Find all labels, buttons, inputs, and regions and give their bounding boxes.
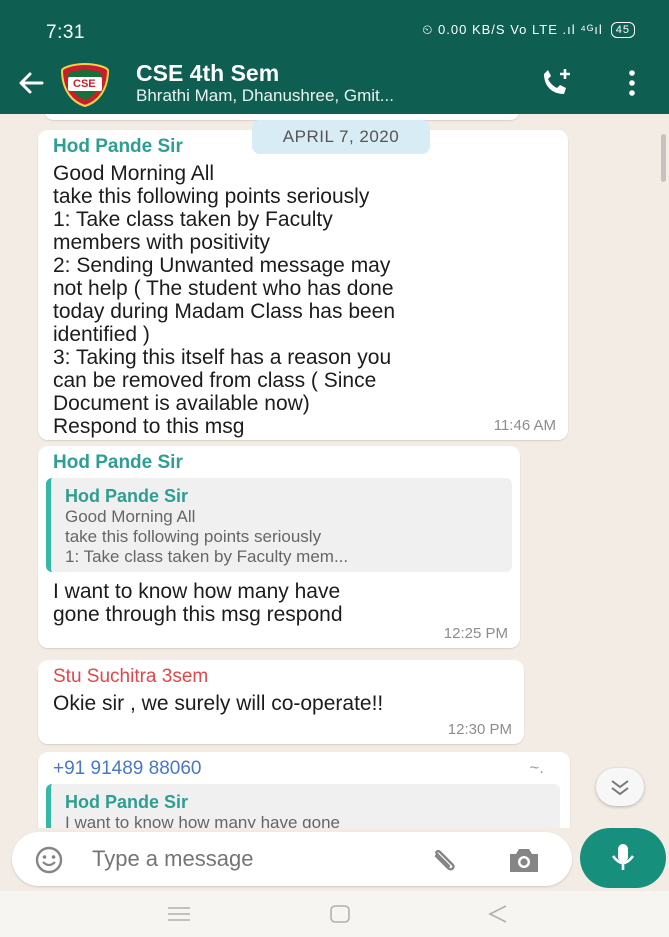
back-arrow-icon[interactable]: [16, 68, 46, 98]
group-members[interactable]: Bhrathi Mam, Dhanushree, Gmit...: [136, 86, 394, 106]
mic-icon: [611, 844, 635, 870]
group-name[interactable]: CSE 4th Sem: [136, 60, 279, 87]
nav-menu-icon[interactable]: [166, 905, 192, 923]
quoted-sender: Hod Pande Sir: [65, 792, 189, 812]
chat-scrollbar[interactable]: [661, 134, 666, 182]
quoted-text: Good Morning All take this following poi…: [65, 507, 349, 566]
status-icons: ⏲ 0.00 KB/S Vo LTE .ıl ⁴ᴳıl 45: [422, 22, 635, 38]
quoted-sender: Hod Pande Sir: [65, 486, 189, 506]
message-time: 12:30 PM: [447, 721, 512, 738]
message-text: I want to know how many have gone throug…: [53, 580, 343, 626]
scroll-down-icon: [611, 780, 629, 796]
camera-icon[interactable]: [506, 844, 542, 876]
quoted-text: I want to know how many have gone: [65, 813, 340, 828]
message-bubble[interactable]: Hod Pande Sir Good Morning All take this…: [38, 130, 568, 440]
status-time: 7:31: [46, 22, 85, 43]
emoji-icon[interactable]: [34, 845, 64, 875]
message-time: 12:25 PM: [443, 625, 508, 642]
message-bubble[interactable]: +91 91489 88060 ~. Hod Pande Sir I want …: [38, 752, 570, 828]
status-bar: 7:31 ⏲ 0.00 KB/S Vo LTE .ıl ⁴ᴳıl 45: [0, 0, 669, 56]
battery-icon: 45: [610, 22, 635, 38]
message-text: Okie sir , we surely will co-operate!!: [53, 692, 384, 715]
message-text: Good Morning All take this following poi…: [53, 162, 396, 438]
sender-push-name: ~.: [529, 758, 544, 777]
add-call-icon[interactable]: [538, 66, 574, 100]
message-sender[interactable]: Hod Pande Sir: [53, 452, 183, 474]
message-time: 11:46 AM: [493, 417, 556, 434]
message-bubble[interactable]: Hod Pande Sir Hod Pande Sir Good Morning…: [38, 446, 520, 648]
message-input[interactable]: [92, 842, 412, 876]
message-composer[interactable]: [12, 832, 572, 886]
scroll-down-button[interactable]: [596, 768, 644, 806]
message-sender[interactable]: Hod Pande Sir: [53, 136, 183, 158]
nav-back-icon[interactable]: [486, 903, 510, 925]
group-avatar-text: CSE: [73, 78, 96, 90]
attach-icon[interactable]: [426, 842, 462, 878]
group-avatar[interactable]: CSE: [56, 62, 114, 108]
status-indicators: ⏲ 0.00 KB/S Vo LTE .ıl ⁴ᴳıl: [422, 22, 603, 37]
message-sender[interactable]: +91 91489 88060: [53, 758, 201, 780]
voice-record-button[interactable]: [580, 828, 666, 888]
quoted-message[interactable]: Hod Pande Sir Good Morning All take this…: [46, 478, 512, 572]
date-chip: APRIL 7, 2020: [252, 120, 430, 154]
chat-header: CSE CSE 4th Sem Bhrathi Mam, Dhanushree,…: [0, 56, 669, 114]
message-bubble[interactable]: Stu Suchitra 3sem Okie sir , we surely w…: [38, 660, 524, 744]
chat-area[interactable]: Hod Pande Sir Good Morning All take this…: [0, 114, 669, 828]
message-sender[interactable]: Stu Suchitra 3sem: [53, 666, 208, 688]
quoted-message[interactable]: Hod Pande Sir I want to know how many ha…: [46, 784, 560, 828]
system-nav-bar: [0, 891, 669, 937]
nav-home-icon[interactable]: [328, 903, 352, 925]
more-options-icon[interactable]: [622, 68, 642, 98]
